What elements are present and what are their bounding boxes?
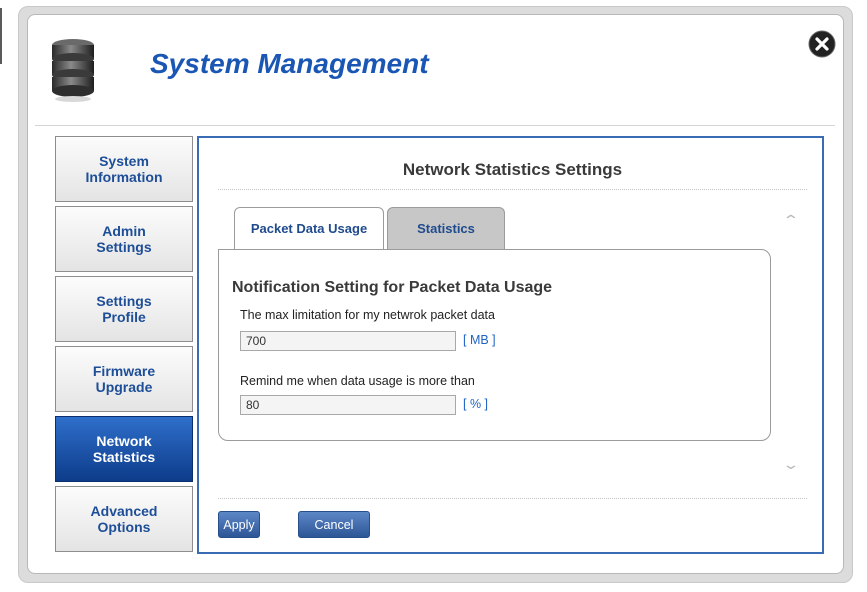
window-edge-mark bbox=[0, 8, 2, 64]
sidebar-item-system-information[interactable]: System Information bbox=[55, 136, 193, 202]
tab-label: Packet Data Usage bbox=[250, 221, 368, 236]
tab-statistics[interactable]: Statistics bbox=[387, 207, 505, 249]
remind-threshold-unit: [ % ] bbox=[463, 397, 489, 411]
sidebar-item-label: Network Statistics bbox=[92, 433, 156, 465]
max-limit-input[interactable] bbox=[240, 331, 456, 351]
sidebar-item-label: Settings Profile bbox=[96, 293, 152, 325]
title-divider bbox=[218, 189, 807, 190]
header-divider bbox=[35, 125, 835, 126]
sidebar-item-label: Advanced Options bbox=[90, 503, 158, 535]
sidebar-item-settings-profile[interactable]: Settings Profile bbox=[55, 276, 193, 342]
apply-button[interactable]: Apply bbox=[218, 511, 260, 538]
tab-label: Statistics bbox=[417, 221, 475, 236]
sidebar-item-label: Admin Settings bbox=[96, 223, 152, 255]
page-title: System Management bbox=[150, 48, 429, 79]
sidebar-item-network-statistics[interactable]: Network Statistics bbox=[55, 416, 193, 482]
settings-panel: Network Statistics Settings Packet Data … bbox=[197, 136, 824, 554]
database-icon bbox=[52, 39, 94, 102]
tab-content: Notification Setting for Packet Data Usa… bbox=[218, 249, 771, 441]
sidebar: System Information Admin Settings Settin… bbox=[55, 136, 193, 556]
sidebar-item-label: Firmware Upgrade bbox=[92, 363, 156, 395]
sidebar-item-advanced-options[interactable]: Advanced Options bbox=[55, 486, 193, 552]
sidebar-item-admin-settings[interactable]: Admin Settings bbox=[55, 206, 193, 272]
max-limit-label: The max limitation for my netwrok packet… bbox=[240, 308, 495, 322]
footer-divider bbox=[218, 498, 807, 499]
chevron-down-icon[interactable]: ⌄ bbox=[782, 456, 800, 473]
close-icon[interactable] bbox=[808, 30, 836, 58]
cancel-button[interactable]: Cancel bbox=[298, 511, 370, 538]
remind-threshold-label: Remind me when data usage is more than bbox=[240, 374, 475, 388]
tab-packet-data-usage[interactable]: Packet Data Usage bbox=[234, 207, 384, 249]
sidebar-item-label: System Information bbox=[85, 153, 163, 185]
panel-title: Network Statistics Settings bbox=[402, 160, 623, 179]
remind-threshold-input[interactable] bbox=[240, 395, 456, 415]
section-title: Notification Setting for Packet Data Usa… bbox=[232, 279, 553, 296]
chevron-up-icon[interactable]: ⌃ bbox=[782, 212, 800, 229]
sidebar-item-firmware-upgrade[interactable]: Firmware Upgrade bbox=[55, 346, 193, 412]
max-limit-unit: [ MB ] bbox=[463, 333, 496, 347]
